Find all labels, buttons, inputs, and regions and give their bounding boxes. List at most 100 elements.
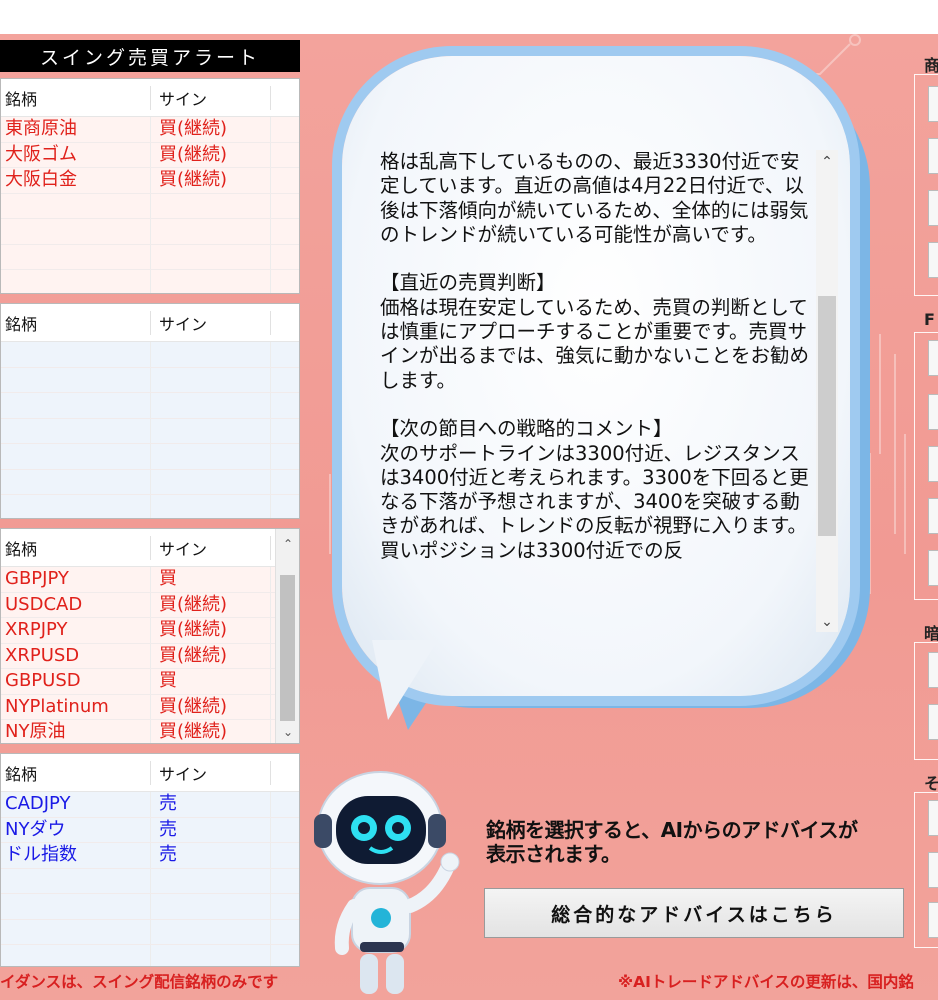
table-row[interactable]: XRPJPY 買(継続) <box>1 618 299 644</box>
empty-row <box>1 244 299 270</box>
right-button[interactable] <box>928 190 938 226</box>
empty-row <box>1 367 299 393</box>
scrollbar-thumb[interactable] <box>818 296 836 536</box>
right-button[interactable] <box>928 652 938 688</box>
panel-header: 銘柄 サイン <box>1 529 299 567</box>
empty-row <box>1 270 299 293</box>
empty-row <box>1 393 299 419</box>
right-section-label-1: 商 <box>924 56 938 75</box>
right-section-label-4: そ <box>924 774 938 793</box>
right-button[interactable] <box>928 852 938 888</box>
sign-cell: 買 <box>151 669 271 694</box>
symbol-cell: XRPJPY <box>1 618 151 643</box>
table-row[interactable]: GBPJPY 買 <box>1 567 299 593</box>
sign-column-header: サイン <box>151 761 271 785</box>
symbol-cell: XRPUSD <box>1 643 151 668</box>
chevron-up-icon[interactable]: ⌃ <box>276 537 299 551</box>
panel-header: 銘柄 サイン <box>1 754 299 792</box>
panel-header: 銘柄 サイン <box>1 79 299 117</box>
right-button[interactable] <box>928 86 938 122</box>
table-row[interactable]: USDCAD 買(継続) <box>1 592 299 618</box>
sign-column-header: サイン <box>151 311 271 335</box>
sign-column-header: サイン <box>151 86 271 110</box>
symbol-cell: 大阪白金 <box>1 168 151 193</box>
symbol-cell: NY原油 <box>1 720 151 743</box>
panel-header: 銘柄 サイン <box>1 304 299 342</box>
table-row[interactable]: 大阪ゴム 買(継続) <box>1 142 299 168</box>
sign-cell: 買(継続) <box>151 592 271 617</box>
footer-note-right: ※AIトレードアドバイスの更新は、国内銘 <box>618 973 914 991</box>
sign-cell: 売 <box>151 817 271 842</box>
chevron-down-icon[interactable]: ⌄ <box>276 725 299 739</box>
alert-panel-4[interactable]: 銘柄 サイン CADJPY 売 NYダウ売 ドル指数売 <box>0 753 300 967</box>
sign-cell: 買(継続) <box>151 618 271 643</box>
sign-cell: 買(継続) <box>151 117 271 142</box>
empty-row <box>1 945 299 966</box>
chevron-down-icon[interactable]: ⌄ <box>816 614 838 630</box>
panel-scrollbar[interactable]: ⌃ ⌄ <box>275 529 299 743</box>
symbol-cell: GBPJPY <box>1 567 151 592</box>
right-section-label-3: 暗 <box>924 624 938 643</box>
right-button[interactable] <box>928 340 938 376</box>
table-row[interactable]: 東商原油 買(継続) <box>1 117 299 143</box>
right-button[interactable] <box>928 498 938 534</box>
table-row[interactable]: GBPUSD 買 <box>1 669 299 695</box>
robot-mascot-icon <box>314 771 460 994</box>
advice-scrollbar[interactable]: ⌃ ⌄ <box>816 150 838 632</box>
empty-row <box>1 418 299 444</box>
selection-hint: 銘柄を選択すると、AIからのアドバイスが 表示されます。 <box>486 818 858 866</box>
footer-note-left: イダンスは、スイング配信銘柄のみです <box>0 973 279 991</box>
right-button[interactable] <box>928 446 938 482</box>
sign-column-header: サイン <box>151 536 271 560</box>
sign-cell: 買(継続) <box>151 643 271 668</box>
sign-cell: 売 <box>151 792 271 817</box>
alert-panel-2[interactable]: 銘柄 サイン <box>0 303 300 519</box>
table-row[interactable]: CADJPY 売 <box>1 792 299 818</box>
symbol-cell: 東商原油 <box>1 117 151 142</box>
chevron-up-icon[interactable]: ⌃ <box>816 154 838 170</box>
table-row[interactable]: 大阪白金 買(継続) <box>1 168 299 194</box>
right-button[interactable] <box>928 800 938 836</box>
symbol-cell: USDCAD <box>1 592 151 617</box>
table-row[interactable]: XRPUSD 買(継続) <box>1 643 299 669</box>
alert-panel-3[interactable]: 銘柄 サイン GBPJPY 買 USDCAD 買(継続) XRPJPY 買(継続) X… <box>0 528 300 744</box>
right-button[interactable] <box>928 138 938 174</box>
right-section-label-2: F <box>924 310 935 329</box>
sign-cell: 売 <box>151 843 271 868</box>
symbol-column-header: 銘柄 <box>1 311 151 335</box>
table-row[interactable]: NYダウ売 <box>1 817 299 843</box>
top-bar <box>0 0 938 34</box>
right-button[interactable] <box>928 902 938 938</box>
symbol-cell: NYダウ <box>1 817 151 842</box>
overall-advice-button[interactable]: 総合的なアドバイスはこちら <box>484 888 904 938</box>
table-row[interactable]: ドル指数売 <box>1 843 299 869</box>
sign-cell: 買(継続) <box>151 142 271 167</box>
right-button[interactable] <box>928 550 938 586</box>
empty-row <box>1 919 299 945</box>
alert-title: スイング売買アラート <box>0 40 300 72</box>
empty-row <box>1 469 299 495</box>
empty-row <box>1 193 299 219</box>
table-row[interactable]: NY原油 買(継続) <box>1 720 299 743</box>
empty-row <box>1 444 299 470</box>
table-row[interactable]: NYPlatinum 買(継続) <box>1 694 299 720</box>
right-button[interactable] <box>928 394 938 430</box>
empty-row <box>1 342 299 368</box>
empty-row <box>1 219 299 245</box>
advice-text[interactable]: 格は乱高下しているものの、最近3330付近で安定しています。直近の高値は4月22… <box>380 150 814 632</box>
hint-line-2: 表示されます。 <box>486 842 621 866</box>
sign-cell: 買(継続) <box>151 168 271 193</box>
sign-cell: 買(継続) <box>151 720 271 743</box>
empty-row <box>1 868 299 894</box>
right-button[interactable] <box>928 242 938 278</box>
speech-bubble-tail <box>372 640 438 720</box>
right-button[interactable] <box>928 704 938 740</box>
symbol-cell: 大阪ゴム <box>1 142 151 167</box>
empty-row <box>1 495 299 518</box>
alert-panel-1[interactable]: 銘柄 サイン 東商原油 買(継続) 大阪ゴム 買(継続) 大阪白金 買(継続) <box>0 78 300 294</box>
hint-line-1: 銘柄を選択すると、AIからのアドバイスが <box>486 818 858 842</box>
symbol-cell: GBPUSD <box>1 669 151 694</box>
empty-row <box>1 894 299 920</box>
symbol-column-header: 銘柄 <box>1 761 151 785</box>
scrollbar-thumb[interactable] <box>280 575 295 721</box>
